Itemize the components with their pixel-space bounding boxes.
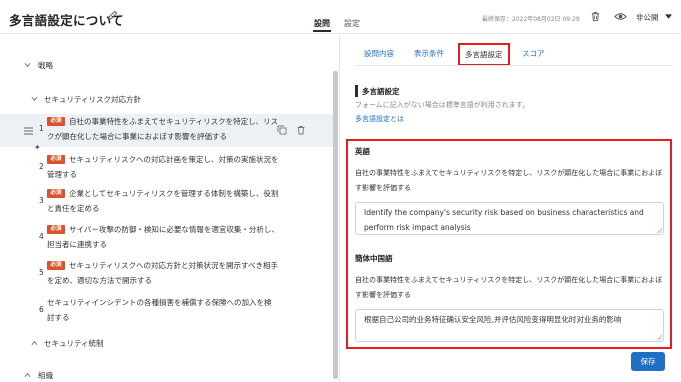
add-question-icon[interactable]: ✦ [34, 143, 41, 152]
tab-active-indicator [313, 30, 331, 32]
resize-handle-icon[interactable] [657, 228, 662, 233]
tree-node-security-control[interactable]: セキュリティ統制 [44, 338, 104, 349]
subtab-score[interactable]: スコア [522, 48, 545, 59]
section-description: フォームに記入がない場合は標準言語が利用されます。 [355, 101, 530, 109]
section-title: 多言語設定 [362, 87, 400, 96]
language-title-english: 英語 [355, 147, 370, 156]
question-text: セキュリティインシデントの各種損害を補償する保険への加入を検討する [47, 298, 272, 322]
subtab-question-content[interactable]: 設問内容 [364, 48, 394, 59]
translation-value: Identify the company's security risk bas… [364, 208, 644, 232]
tree-scrollbar[interactable] [333, 71, 338, 379]
trash-icon[interactable] [296, 125, 306, 135]
chevron-down-icon[interactable] [665, 14, 672, 19]
app-header: 多言語設定について 設問 設定 最終保存：2022年08月02日 09:29 非… [0, 0, 681, 34]
tab-questions[interactable]: 設問 [314, 18, 330, 29]
chevron-down-icon[interactable] [24, 62, 31, 68]
section-accent-bar [355, 85, 358, 97]
drag-handle-icon[interactable] [24, 127, 33, 135]
question-number: 4 [39, 232, 44, 241]
subtab-display-conditions[interactable]: 表示条件 [414, 48, 444, 59]
chevron-down-icon[interactable] [31, 96, 38, 102]
question-item-2[interactable]: 2 必須 セキュリティリスクへの対応計画を策定し、対策の実施状況を管理する [0, 152, 333, 185]
about-multilanguage-link[interactable]: 多言語設定とは [355, 114, 404, 124]
tree-node-strategy[interactable]: 戦略 [38, 60, 53, 71]
question-text: サイバー攻撃の防御・検知に必要な情報を適宜収集・分析し、担当者に連携する [47, 225, 279, 249]
language-title-chinese: 簡体中国語 [355, 254, 393, 263]
copy-icon[interactable] [277, 125, 287, 135]
tree-node-policy[interactable]: セキュリティリスク対応方針 [44, 94, 141, 105]
question-item-1[interactable]: 1 必須 自社の事業特性をふまえてセキュリティリスクを特定し、リスクが顕在化した… [0, 114, 333, 147]
resize-handle-icon[interactable] [657, 335, 662, 340]
question-number: 2 [39, 162, 44, 171]
translation-value: 根据自己公司的业务特征确认安全风险,并评估风险变得明显化时对业务的影响 [364, 315, 622, 324]
tree-node-organization[interactable]: 組織 [38, 370, 53, 381]
question-text: 自社の事業特性をふまえてセキュリティリスクを特定し、リスクが顕在化した場合に事業… [47, 117, 279, 141]
question-number: 6 [39, 305, 44, 314]
question-number: 1 [39, 124, 44, 133]
question-tree-panel: 戦略 セキュリティリスク対応方針 1 必須 自社の事業特性をふまえてセキュリティ… [0, 35, 340, 382]
question-item-6[interactable]: 6 セキュリティインシデントの各種損害を補償する保険への加入を検討する [0, 295, 333, 328]
visibility-select[interactable]: 非公開 [636, 12, 659, 23]
trash-icon[interactable] [590, 11, 601, 22]
question-number: 3 [39, 196, 44, 205]
question-number: 5 [39, 268, 44, 277]
tab-settings[interactable]: 設定 [344, 18, 360, 29]
subtab-divider [355, 65, 673, 66]
translation-input-english[interactable]: Identify the company's security risk bas… [355, 202, 664, 235]
source-text-english: 自社の事業特性をふまえてセキュリティリスクを特定し、リスクが顕在化した場合に事業… [355, 169, 663, 192]
translation-input-chinese[interactable]: 根据自己公司的业务特征确认安全风险,并评估风险变得明显化时对业务的影响 [355, 309, 664, 342]
source-text-chinese: 自社の事業特性をふまえてセキュリティリスクを特定し、リスクが顕在化した場合に事業… [355, 276, 663, 299]
subtab-multilanguage[interactable]: 多言語設定 [458, 43, 510, 66]
eye-icon[interactable] [614, 11, 627, 22]
question-item-4[interactable]: 4 必須 サイバー攻撃の防御・検知に必要な情報を適宜収集・分析し、担当者に連携す… [0, 222, 333, 255]
question-text: セキュリティリスクへの対応計画を策定し、対策の実施状況を管理する [47, 155, 279, 179]
chevron-up-icon[interactable] [24, 372, 31, 378]
question-text: 企業としてセキュリティリスクを管理する体制を構築し、役割と責任を定める [47, 189, 279, 213]
question-item-3[interactable]: 3 必須 企業としてセキュリティリスクを管理する体制を構築し、役割と責任を定める [0, 186, 333, 219]
question-text: セキュリティリスクへの対応方針と対策状況を開示すべき相手を定め、適切な方法で開示… [47, 261, 279, 285]
chevron-up-icon[interactable] [31, 340, 38, 346]
question-item-5[interactable]: 5 必須 セキュリティリスクへの対応方針と対策状況を開示すべき相手を定め、適切な… [0, 258, 333, 291]
pencil-icon[interactable] [107, 10, 118, 21]
last-saved-text: 最終保存：2022年08月02日 09:29 [482, 16, 580, 23]
save-button[interactable]: 保存 [631, 352, 665, 371]
